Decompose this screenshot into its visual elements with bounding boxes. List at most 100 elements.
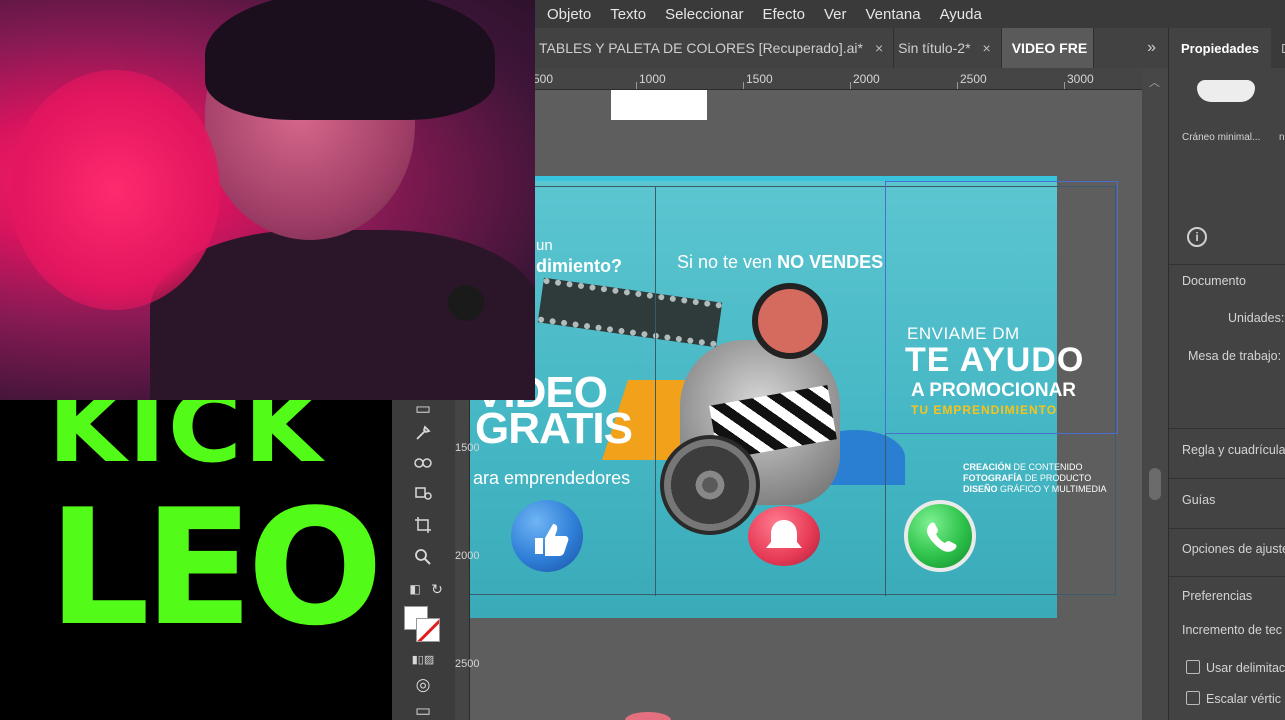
sinote-normal: Si no te ven	[677, 252, 773, 272]
divider	[1169, 428, 1285, 429]
te-ayudo-text[interactable]: TE AYUDO	[905, 342, 1084, 378]
info-icon[interactable]: i	[1187, 227, 1207, 247]
shape-tool-icon[interactable]: ▭	[410, 398, 436, 420]
ruler-tick: 2000	[455, 550, 480, 562]
selected-item-extra: n	[1279, 132, 1285, 143]
emprendimiento-text[interactable]: TU EMPRENDIMIENTO	[911, 403, 1057, 417]
zoom-icon[interactable]	[410, 546, 436, 568]
color-mode-icons[interactable]: ▮▯▨	[410, 648, 436, 670]
sinote-bold: NO VENDES	[777, 252, 884, 272]
ruler-tick: 2500	[455, 658, 480, 670]
ruler-mark	[1064, 82, 1065, 89]
question-prefix: un	[536, 237, 553, 254]
ruler-tick: 500	[533, 72, 554, 86]
bell-icon[interactable]	[748, 506, 820, 566]
section-opciones-ajuste[interactable]: Opciones de ajuste	[1182, 542, 1285, 556]
film-reel-image[interactable]	[660, 435, 760, 535]
tab-label: Sin título-2*	[898, 40, 971, 56]
divider	[1169, 478, 1285, 479]
promocionar-text[interactable]: A PROMOCIONAR	[911, 380, 1076, 402]
escalar-vertices-checkbox[interactable]: Escalar vértic	[1186, 691, 1281, 706]
service-text: DE CONTENIDO	[1013, 462, 1083, 472]
tab-overflow-icon[interactable]: »	[1135, 28, 1168, 68]
section-regla-cuadricula[interactable]: Regla y cuadrícula	[1182, 443, 1285, 457]
emprendedores-text[interactable]: ara emprendedores	[473, 468, 630, 489]
whatsapp-icon[interactable]	[904, 500, 976, 572]
tab-sin-titulo[interactable]: Sin título-2* ×	[894, 28, 1002, 68]
screen-mode-icon[interactable]: ▭	[410, 700, 436, 720]
unidades-label: Unidades:	[1228, 311, 1285, 325]
question-text: dimiento?	[536, 256, 622, 276]
white-rectangle-object[interactable]	[611, 90, 707, 120]
ruler-tick: 3000	[1067, 72, 1094, 86]
microphone	[448, 285, 484, 321]
foreground-blur	[10, 70, 220, 310]
pink-shape-partial[interactable]	[625, 712, 671, 720]
symbol-sprayer-icon[interactable]	[410, 482, 436, 504]
services-list[interactable]: CREACIÓN DE CONTENIDO FOTOGRAFÍA DE PROD…	[963, 462, 1107, 495]
logo-line-leo: LEO	[48, 474, 383, 661]
logo-line-kick: KICK	[48, 400, 325, 484]
panel-tabs: Propiedades D	[1169, 28, 1285, 68]
section-documento: Documento	[1182, 274, 1246, 288]
webcam-overlay	[0, 0, 535, 400]
menu-texto[interactable]: Texto	[610, 6, 646, 23]
camera-lens[interactable]	[752, 283, 828, 359]
headline-question[interactable]: un dimiento?	[536, 236, 622, 276]
skull-thumbnail	[1197, 80, 1255, 102]
section-preferencias: Preferencias	[1182, 589, 1253, 603]
checkbox-label: Escalar vértic	[1206, 692, 1282, 706]
checkbox-box[interactable]	[1186, 691, 1200, 705]
canvas-vertical-scrollbar[interactable]: ︿	[1142, 68, 1168, 720]
divider	[1169, 528, 1285, 529]
blend-tool-icon[interactable]	[410, 452, 436, 474]
person-hair	[205, 0, 495, 120]
section-guias[interactable]: Guías	[1182, 493, 1215, 507]
horizontal-ruler[interactable]: 500 1000 1500 2000 2500 3000	[533, 68, 1142, 90]
artboard-divider	[655, 186, 656, 596]
menu-objeto[interactable]: Objeto	[547, 6, 591, 23]
ruler-mark	[636, 82, 637, 89]
incremento-teclado-label: Incremento de tec	[1182, 623, 1283, 637]
menu-bar: Objeto Texto Seleccionar Efecto Ver Vent…	[535, 0, 1285, 28]
tab-label: VIDEO FRE	[1011, 40, 1088, 56]
scroll-up-icon[interactable]: ︿	[1149, 74, 1160, 90]
tab-propiedades[interactable]: Propiedades	[1169, 28, 1272, 68]
selected-item-name[interactable]: Cráneo minimal...	[1182, 132, 1260, 143]
close-icon[interactable]: ×	[983, 40, 991, 56]
gratis-text: GRATIS	[475, 404, 633, 453]
ruler-tick: 2000	[853, 72, 880, 86]
menu-seleccionar[interactable]: Seleccionar	[665, 6, 743, 23]
screen: Objeto Texto Seleccionar Efecto Ver Vent…	[0, 0, 1285, 720]
tab-video-free[interactable]: VIDEO FRE	[1001, 28, 1094, 68]
service-text: DE PRODUCTO	[1024, 473, 1092, 483]
tab-label: TABLES Y PALETA DE COLORES [Recuperado].…	[539, 40, 863, 56]
usar-delimitacion-checkbox[interactable]: Usar delimitac	[1186, 660, 1285, 675]
checkbox-label: Usar delimitac	[1206, 661, 1285, 675]
swap-colors-icon[interactable]: ↻	[424, 578, 450, 600]
tab-other[interactable]: D	[1271, 41, 1285, 56]
stroke-color-swatch[interactable]	[416, 618, 440, 642]
menu-ver[interactable]: Ver	[824, 6, 847, 23]
ruler-mark	[850, 82, 851, 89]
ruler-tick: 2500	[960, 72, 987, 86]
draw-mode-icon[interactable]: ◎	[410, 674, 436, 696]
tab-paleta-colores[interactable]: TABLES Y PALETA DE COLORES [Recuperado].…	[535, 28, 895, 68]
properties-panel: Propiedades D Cráneo minimal... n i Docu…	[1168, 28, 1285, 720]
headline-si-no-te-ven[interactable]: Si no te ven NO VENDES	[677, 252, 883, 273]
scroll-thumb[interactable]	[1149, 468, 1161, 500]
eyedropper-icon[interactable]	[410, 422, 436, 444]
menu-ventana[interactable]: Ventana	[866, 6, 921, 23]
mesa-de-trabajo-label: Mesa de trabajo:	[1188, 349, 1282, 363]
divider	[1169, 264, 1285, 265]
artboard-tool-icon[interactable]	[410, 514, 436, 536]
service-bold: FOTOGRAFÍA	[963, 473, 1023, 483]
menu-efecto[interactable]: Efecto	[762, 6, 805, 23]
menu-ayuda[interactable]: Ayuda	[940, 6, 982, 23]
thumbs-up-icon[interactable]	[511, 500, 583, 572]
tools-panel: ▭ ◧ ↻ ▮▯▨ ◎ ▭	[392, 398, 455, 720]
checkbox-box[interactable]	[1186, 660, 1200, 674]
close-icon[interactable]: ×	[875, 40, 883, 56]
artboard-canvas[interactable]: un dimiento? Si no te ven NO VENDES VIDE…	[455, 90, 1142, 720]
service-bold: DISEÑO	[963, 484, 998, 494]
